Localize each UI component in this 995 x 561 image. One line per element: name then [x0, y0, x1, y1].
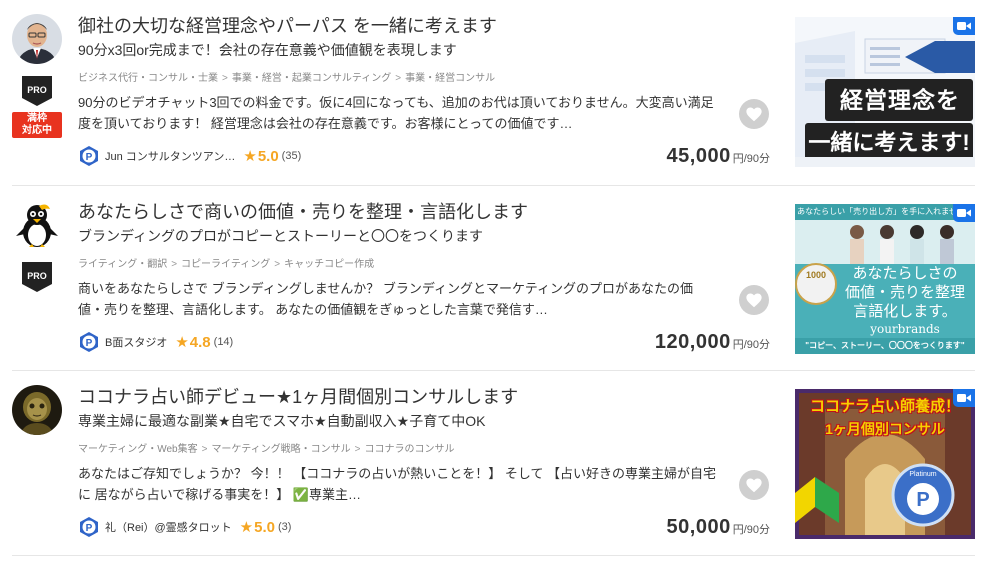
divider	[12, 555, 975, 556]
svg-text:P: P	[86, 152, 93, 163]
svg-text:PRO: PRO	[27, 85, 47, 95]
thumbnail-caption: 一緒に考えます!	[808, 130, 970, 155]
listing-thumbnail[interactable]: 経営理念を 一緒に考えます!	[795, 17, 975, 167]
rating-value: 5.0	[257, 147, 279, 165]
thumbnail-caption: 1ヶ月個別コンサル	[825, 421, 945, 437]
platinum-p-icon: P	[80, 146, 98, 166]
video-icon	[953, 17, 975, 35]
thumbnail-caption: yourbrands	[870, 322, 940, 336]
favorite-button[interactable]	[739, 470, 769, 500]
seller-info: P B面スタジオ ★ 4.8 (14)	[78, 331, 233, 353]
price: 45,000 円/90分	[667, 145, 770, 168]
breadcrumb-item[interactable]: マーケティング・Web集客	[78, 444, 198, 455]
price-amount: 50,000	[666, 516, 731, 538]
heart-icon	[746, 107, 762, 122]
rating-value: 5.0	[254, 518, 275, 536]
price: 50,000 円/90分	[667, 516, 770, 539]
seller-name[interactable]: 礼（Rei）@霊感タロット	[105, 519, 232, 535]
breadcrumb-item[interactable]: 事業・経営コンサル	[405, 73, 495, 84]
service-listing[interactable]: PRO あなたらしさで商いの価値・売りを整理・言語化します ブランディングのプロ…	[0, 186, 995, 371]
listing-thumbnail[interactable]: P ココナラ占い師養成！ 1ヶ月個別コンサル Platinum	[795, 389, 975, 539]
video-icon	[953, 204, 975, 222]
review-count: (35)	[281, 150, 302, 162]
svg-text:P: P	[86, 338, 93, 349]
seller-name[interactable]: B面スタジオ	[105, 334, 167, 350]
price-amount: 45,000	[666, 145, 731, 167]
listing-description: 商いをあなたらしさで ブランディングしませんか？ ブランディングとマーケティング…	[78, 281, 693, 317]
breadcrumb: マーケティング・Web集客 > マーケティング戦略・コンサル > ココナラのコンサル	[78, 444, 455, 455]
thumbnail-caption: ココナラ占い師養成！	[809, 398, 960, 415]
breadcrumb-item[interactable]: キャッチコピー作成	[284, 259, 374, 270]
seller-avatar[interactable]	[12, 200, 62, 250]
pro-badge-icon: PRO	[22, 262, 52, 292]
price-unit: 円/90分	[732, 339, 770, 351]
svg-text:P: P	[916, 489, 929, 511]
review-count: (14)	[213, 336, 234, 348]
breadcrumb-item[interactable]: ビジネス代行・コンサル・士業	[78, 73, 218, 84]
price-amount: 120,000	[654, 331, 731, 353]
seller-info: P Jun コンサルタンツアン… ★ 5.0 (35)	[78, 145, 301, 167]
seller-avatar[interactable]	[12, 385, 62, 435]
service-listing[interactable]: PRO 満枠 対応中 御社の大切な経営理念やパーパス を一緒に考えます 90分x…	[0, 0, 995, 185]
heart-icon	[746, 478, 762, 493]
rating-value: 4.8	[189, 333, 211, 351]
breadcrumb-item[interactable]: マーケティング戦略・コンサル	[211, 444, 350, 455]
svg-text:P: P	[86, 523, 93, 534]
breadcrumb-item[interactable]: 事業・経営・起業コンサルティング	[232, 73, 391, 84]
heart-icon	[746, 293, 762, 308]
breadcrumb-item[interactable]: ココナラのコンサル	[364, 444, 454, 455]
thumbnail-caption: "コピー、ストーリー、〇〇〇をつくります"	[805, 341, 965, 350]
listing-subtitle: ブランディングのプロがコピーとストーリーと〇〇をつくります	[78, 228, 484, 244]
svg-text:PRO: PRO	[27, 271, 47, 281]
thumbnail-caption: あなたらしい「売り出し方」を手に入れませんか	[797, 207, 973, 216]
listing-title[interactable]: あなたらしさで商いの価値・売りを整理・言語化します	[78, 198, 528, 224]
breadcrumb: ビジネス代行・コンサル・士業 > 事業・経営・起業コンサルティング > 事業・経営コンサ…	[78, 73, 496, 84]
platinum-p-icon: P	[80, 332, 98, 352]
star-icon: ★	[243, 148, 257, 165]
seller-info: P 礼（Rei）@霊感タロット ★ 5.0 (3)	[78, 516, 291, 538]
pro-badge-icon: PRO	[22, 76, 52, 106]
listing-title[interactable]: 御社の大切な経営理念やパーパス を一緒に考えます	[78, 12, 497, 38]
listing-thumbnail[interactable]: あなたらしい「売り出し方」を手に入れませんか 1000 あなたらしさの 価値・売…	[795, 204, 975, 354]
breadcrumb: ライティング・翻訳 > コピーライティング > キャッチコピー作成	[78, 259, 375, 270]
seller-name[interactable]: Jun コンサルタンツアン…	[105, 148, 235, 164]
favorite-button[interactable]	[739, 285, 769, 315]
price-unit: 円/90分	[732, 524, 770, 536]
seller-avatar[interactable]	[12, 14, 62, 64]
thumbnail-caption: 経営理念を	[840, 87, 960, 113]
thumbnail-caption: 1000	[805, 270, 827, 280]
favorite-button[interactable]	[739, 99, 769, 129]
review-count: (3)	[277, 521, 292, 533]
thumbnail-caption: あなたらしさの 価値・売りを整理 言語化します。	[844, 264, 965, 320]
price-unit: 円/90分	[732, 153, 770, 165]
breadcrumb-item[interactable]: ライティング・翻訳	[78, 259, 167, 270]
listing-description: あなたはご存知でしょうか？ 今！！ 【ココナラの占いが熱いことを！】 そして 【…	[78, 466, 717, 502]
listing-subtitle: 90分x3回or完成まで！会社の存在意義や価値観を表現します	[78, 42, 457, 58]
platinum-p-icon: P	[80, 517, 98, 537]
full-capacity-badge: 満枠 対応中	[12, 112, 62, 138]
listing-title[interactable]: ココナラ占い師デビュー★1ヶ月間個別コンサルします	[78, 383, 518, 409]
service-listing[interactable]: ココナラ占い師デビュー★1ヶ月間個別コンサルします 専業主婦に最適な副業★自宅で…	[0, 371, 995, 556]
listing-subtitle: 専業主婦に最適な副業★自宅でスマホ★自動副収入★子育て中OK	[78, 413, 486, 429]
video-icon	[953, 389, 975, 407]
breadcrumb-item[interactable]: コピーライティング	[181, 259, 270, 270]
star-icon: ★	[175, 334, 189, 351]
listing-description: 90分のビデオチャット3回での料金です。仮に4回になっても、追加のお代は頂いてお…	[78, 95, 714, 131]
price: 120,000 円/90分	[655, 331, 770, 354]
star-icon: ★	[239, 519, 254, 536]
thumbnail-caption: Platinum	[909, 471, 937, 478]
